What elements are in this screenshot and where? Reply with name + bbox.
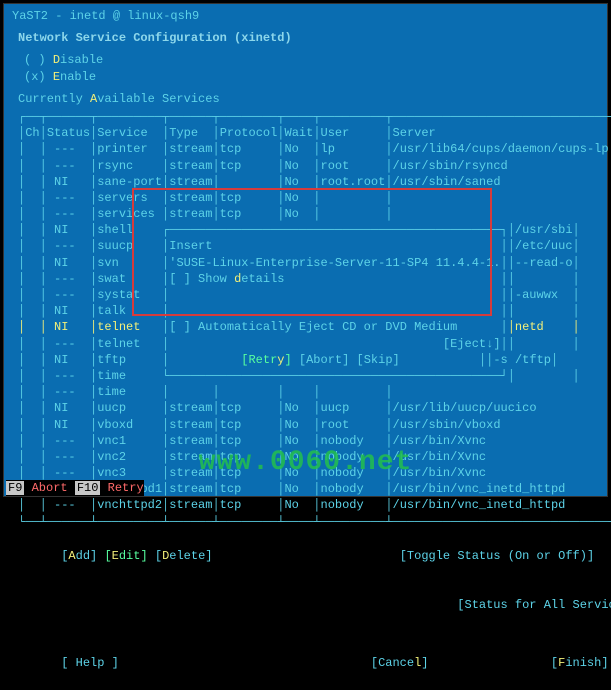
table-row[interactable]: │ │ --- │time │ │ │ │ │ │ │ [18,384,593,400]
disable-marker: ( ) [24,53,46,67]
finish-button[interactable]: [Finish] [551,656,609,670]
table-row[interactable]: │ │ NI │talk │ ││ │ [18,303,593,319]
services-label-pre: Currently [18,92,90,106]
enable-hotkey: E [53,70,60,84]
table-border-top: ┌──┬──────┬─────────┬──────┬────────┬───… [18,109,593,125]
services-label-post: vailable Services [97,92,219,106]
cancel-button[interactable]: [Cancel] [371,656,429,670]
enable-marker: (x) [24,70,46,84]
f9-label: Abort [32,481,68,495]
table-row[interactable]: │ │ --- │telnet │ [Eject↓]││ │ [18,336,593,352]
f10-key[interactable]: F10 [75,481,101,495]
action-row-2: [Status for All Services↓] [18,580,593,629]
window-title: YaST2 - inetd @ linux-qsh9 [4,4,607,28]
table-row[interactable]: │ │ NI │svn │'SUSE-Linux-Enterprise-Serv… [18,255,593,271]
disable-hotkey: D [53,53,60,67]
enable-radio[interactable]: (x) Enable [24,69,593,85]
disable-radio[interactable]: ( ) Disable [24,52,593,68]
table-row[interactable]: │ │ --- │swat │[ ] Show details ││ │ [18,271,593,287]
table-row[interactable]: │ │ --- │suucp │Insert ││/etc/uuc│ [18,238,593,254]
table-row[interactable]: │ │ --- │systat │ ││-auwwx │ [18,287,593,303]
edit-button[interactable]: [Edit] [104,549,147,563]
enable-disable-group: ( ) Disable (x) Enable [24,52,593,84]
toggle-status-button[interactable]: [Toggle Status (On or Off)] [400,549,594,563]
main-content: Network Service Configuration (xinetd) (… [4,28,607,689]
f10-label: Retry [108,481,144,495]
delete-button[interactable]: [Delete] [155,549,213,563]
function-keys-bar: F9 Abort F10 Retry [6,480,144,496]
bottom-buttons: [ Help ] [Cancel] [Finish] [18,639,593,688]
table-row[interactable]: │ │ --- │servers │stream│tcp │No │ │ │ │ [18,190,593,206]
enable-label-rest: nable [60,70,96,84]
add-button[interactable]: [Add] [61,549,104,563]
table-row[interactable]: │ │ NI │uucp │stream│tcp │No │uucp │/usr… [18,400,593,416]
table-row[interactable]: │ │ NI │sane-port│stream│ │No │root.root… [18,174,593,190]
status-all-button[interactable]: [Status for All Services↓] [457,598,611,612]
services-label: Currently Available Services [18,91,593,107]
table-row[interactable]: │ │ NI │shell ┌─────────────────────────… [18,222,593,238]
table-header: │Ch│Status│Service │Type │Protocol│Wait│… [18,125,593,141]
table-row[interactable]: │ │ NI │tftp │ [Retry] [Abort] [Skip] ││… [18,352,593,368]
table-row[interactable]: │ │ NI │telnet │[ ] Automatically Eject … [18,319,593,335]
disable-label-rest: isable [60,53,103,67]
action-row-1: [Add] [Edit] [Delete] [Toggle Status (On… [18,532,593,581]
table-row[interactable]: │ │ --- │time └─────────────────────────… [18,368,593,384]
table-row[interactable]: │ │ NI │vboxd │stream│tcp │No │root │/us… [18,417,593,433]
help-button[interactable]: [ Help ] [61,656,119,670]
f9-key[interactable]: F9 [6,481,24,495]
table-row[interactable]: │ │ --- │printer │stream│tcp │No │lp │/u… [18,141,593,157]
page-heading: Network Service Configuration (xinetd) [18,30,593,46]
table-border-bottom: └──┴──────┴─────────┴──────┴────────┴───… [18,514,593,530]
watermark: www.0060.net [199,444,413,482]
table-row[interactable]: │ │ --- │rsync │stream│tcp │No │root │/u… [18,158,593,174]
table-row[interactable]: │ │ --- │services │stream│tcp │No │ │ │ … [18,206,593,222]
app-screen: YaST2 - inetd @ linux-qsh9 Network Servi… [3,3,608,497]
